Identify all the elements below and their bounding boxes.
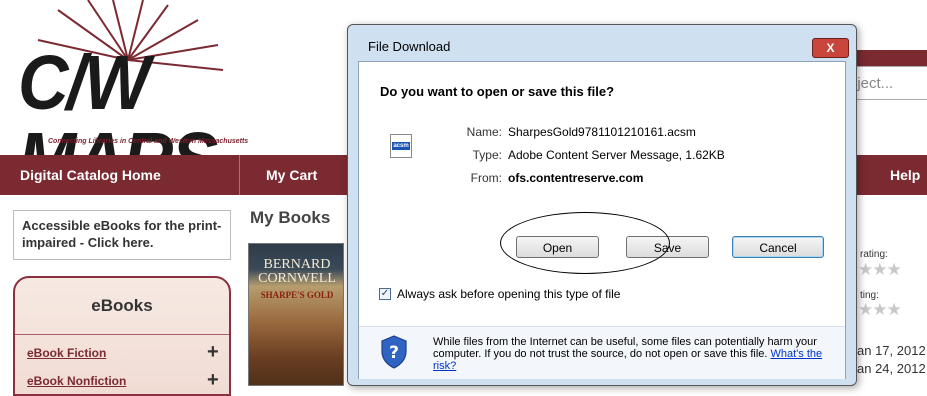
cancel-button[interactable]: Cancel [732, 236, 824, 258]
type-label: Type: [472, 148, 502, 162]
page-title: My Books [250, 208, 331, 227]
book-author-line1: BERNARD [263, 257, 331, 272]
sidebar-link-ebook-fiction[interactable]: eBook Fiction [27, 346, 106, 360]
always-ask-checkbox[interactable]: ✓ [379, 288, 391, 300]
book-cover-series: SHARPE'S GOLD [260, 290, 334, 300]
site-logo[interactable]: C/W MARS Connecting Libraries in Central… [0, 0, 300, 198]
book-cover-author: BERNARD CORNWELL [251, 258, 343, 286]
rating-label: rating: [860, 249, 888, 260]
expand-plus-icon[interactable]: + [207, 370, 219, 390]
shield-question-icon: ? [381, 335, 407, 369]
close-button[interactable]: X [812, 38, 849, 58]
panel-divider [15, 334, 229, 335]
dialog-title: File Download [368, 39, 451, 54]
warning-text: While files from the Internet can be use… [433, 336, 829, 372]
date-text: an 24, 2012 [857, 361, 926, 376]
file-download-dialog: File Download X Do you want to open or s… [347, 24, 857, 386]
search-header-strip [848, 50, 927, 66]
nav-separator [239, 155, 240, 195]
warning-body: While files from the Internet can be use… [433, 336, 817, 360]
accessible-ebooks-link[interactable]: Accessible eBooks for the print-impaired… [13, 210, 231, 260]
file-type-value: Adobe Content Server Message, 1.62KB [508, 148, 725, 162]
ebooks-panel-title: eBooks [91, 296, 153, 315]
name-label: Name: [466, 125, 502, 139]
star-rating-icon[interactable]: ★★★ [858, 260, 902, 280]
svg-text:?: ? [389, 343, 399, 363]
logo-tagline: Connecting Libraries in Central and West… [48, 138, 249, 145]
ebooks-panel: eBooks eBook Fiction + eBook Nonfiction … [13, 276, 231, 396]
from-label: From: [470, 171, 502, 185]
book-author-line2: CORNWELL [258, 271, 336, 286]
book-cover-image[interactable]: BERNARD CORNWELL SHARPE'S GOLD [248, 243, 344, 386]
dialog-question: Do you want to open or save this file? [380, 84, 615, 99]
nav-help[interactable]: Help [890, 155, 920, 195]
dialog-body: Do you want to open or save this file? a… [358, 61, 846, 379]
nav-digital-catalog-home[interactable]: Digital Catalog Home [20, 155, 161, 195]
expand-plus-icon[interactable]: + [207, 342, 219, 362]
file-name-value: SharpesGold9781101210161.acsm [508, 125, 696, 139]
warning-area: ? While files from the Internet can be u… [359, 326, 845, 379]
nav-my-cart[interactable]: My Cart [266, 155, 317, 195]
always-ask-label[interactable]: Always ask before opening this type of f… [397, 287, 620, 301]
date-text: an 17, 2012 [857, 343, 926, 358]
star-rating-icon[interactable]: ★★★ [858, 300, 902, 320]
file-source-value: ofs.contentreserve.com [508, 171, 644, 185]
file-type-icon: acsm [390, 134, 412, 158]
highlight-ellipse-annotation [500, 212, 670, 274]
